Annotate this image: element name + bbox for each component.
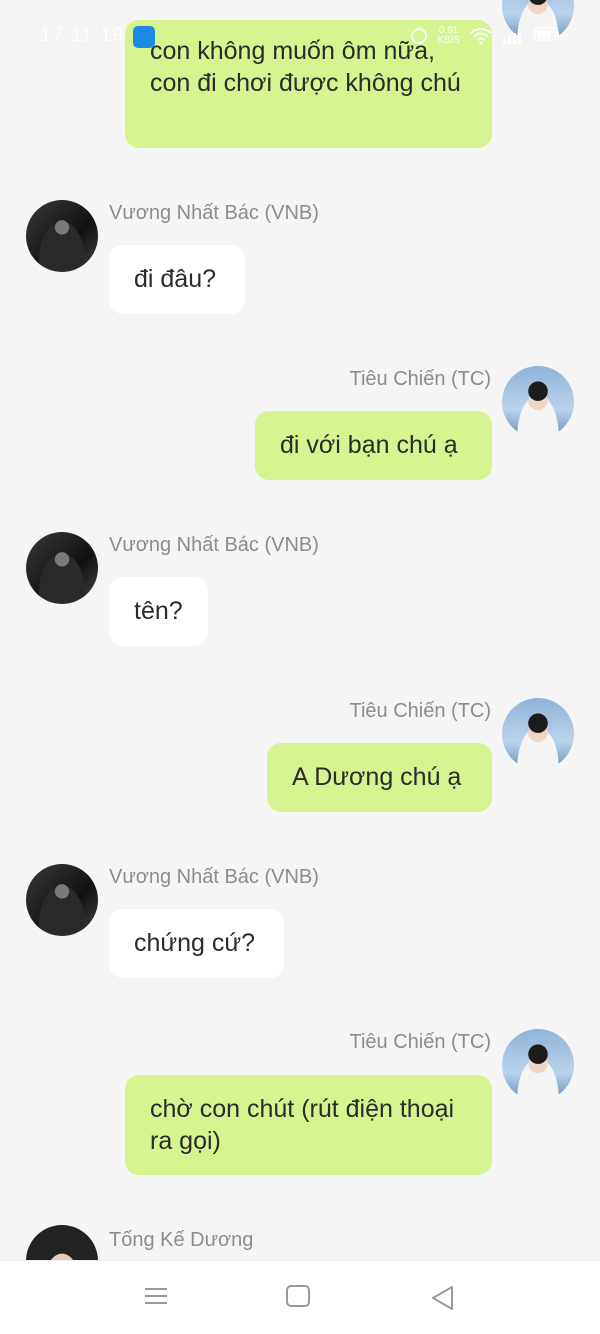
message-bubble-self[interactable]: đi với bạn chú ạ (255, 411, 492, 480)
net-speed-unit: KB/S (437, 35, 460, 46)
signal-icon (502, 27, 524, 45)
alarm-icon (411, 28, 428, 44)
net-speed: 0.91 KB/S (437, 26, 460, 46)
sender-name: Tiêu Chiến (TC) (349, 368, 491, 390)
avatar-tc[interactable] (502, 366, 574, 438)
message-bubble-self[interactable]: A Dương chú ạ (267, 743, 492, 812)
avatar-tc[interactable] (502, 1029, 574, 1101)
sender-name: Tiêu Chiến (TC) (349, 1031, 491, 1053)
avatar-tc[interactable] (502, 698, 574, 770)
sender-name: Tống Kế Dương (109, 1229, 254, 1251)
message-bubble-self[interactable]: chờ con chút (rút điện thoại ra gọi) (125, 1075, 492, 1175)
system-nav-bar (0, 1260, 600, 1334)
avatar-vnb[interactable] (26, 864, 98, 936)
status-time: 17:11:19 (40, 24, 125, 46)
back-icon[interactable] (428, 1283, 458, 1313)
sender-name: Vương Nhất Bác (VNB) (109, 866, 319, 888)
status-bar: 17:11:19 0.91 KB/S (0, 0, 600, 70)
message-bubble-other[interactable]: chứng cứ? (109, 909, 284, 978)
sender-name: Tiêu Chiến (TC) (349, 700, 491, 722)
chat-thread[interactable]: con không muốn ôm nữa, con đi chơi được … (0, 0, 600, 1260)
sender-name: Vương Nhất Bác (VNB) (109, 534, 319, 556)
avatar-vnb[interactable] (26, 200, 98, 272)
message-bubble-other[interactable]: tên? (109, 577, 208, 646)
hotspot-app-icon (133, 26, 155, 48)
avatar-tkd[interactable] (26, 1225, 98, 1260)
menu-icon[interactable] (141, 1283, 171, 1313)
battery-icon (534, 26, 560, 46)
home-icon[interactable] (286, 1285, 310, 1307)
sender-name: Vương Nhất Bác (VNB) (109, 202, 319, 224)
avatar-vnb[interactable] (26, 532, 98, 604)
wifi-icon (470, 27, 492, 45)
message-bubble-other[interactable]: đi đâu? (109, 245, 245, 314)
